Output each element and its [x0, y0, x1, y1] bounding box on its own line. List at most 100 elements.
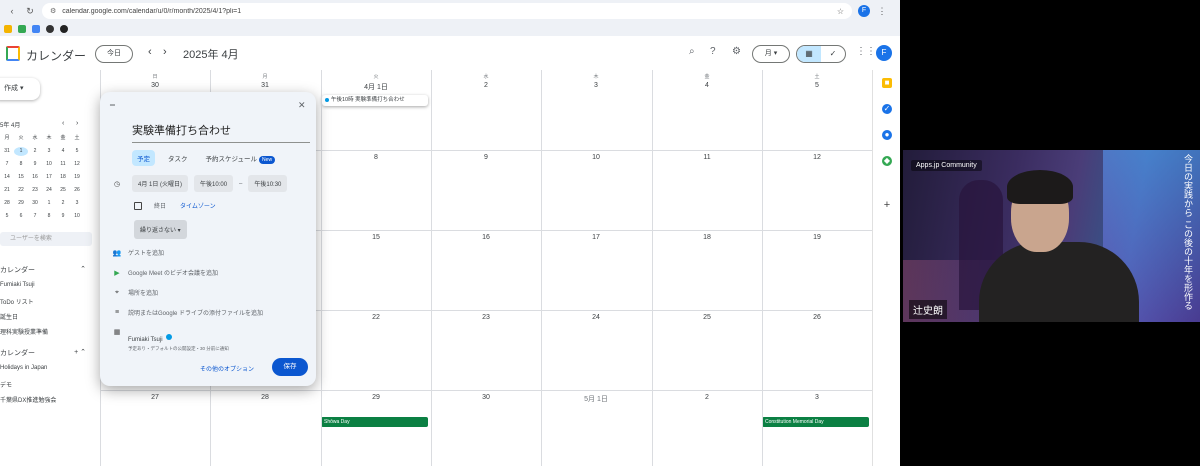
day-cell[interactable] — [321, 150, 431, 230]
more-options-link[interactable]: その他のオプション — [200, 364, 254, 373]
day-number[interactable]: 10 — [541, 154, 651, 161]
contacts-icon[interactable]: ● — [882, 130, 892, 140]
day-cell[interactable] — [431, 150, 541, 230]
mini-next-button[interactable]: › — [76, 120, 78, 127]
tab-event[interactable]: 予定 — [132, 150, 155, 166]
description-row[interactable]: ≡ 説明またはGoogle ドライブの添付ファイルを追加 — [112, 308, 263, 317]
today-button[interactable]: 今日 — [95, 45, 133, 63]
day-cell[interactable] — [321, 310, 431, 390]
day-number[interactable]: 18 — [652, 234, 762, 241]
mini-prev-button[interactable]: ‹ — [62, 120, 64, 127]
tab-task[interactable]: タスク — [163, 150, 193, 166]
mini-day-cell[interactable]: 16 — [28, 173, 42, 182]
tab-appointment[interactable]: 予約スケジュール New — [201, 150, 281, 166]
mini-day-cell[interactable]: 15 — [14, 173, 28, 182]
day-cell[interactable] — [321, 230, 431, 310]
day-number[interactable]: 28 — [210, 394, 320, 401]
all-day-checkbox[interactable] — [134, 201, 142, 210]
next-month-button[interactable]: › — [163, 46, 167, 58]
mini-day-cell[interactable]: 11 — [56, 160, 70, 169]
date-chip[interactable]: 4月 1日 (火曜日) — [132, 175, 189, 192]
calendar-item[interactable]: 千葉県DX推進勉強会 — [0, 395, 56, 404]
calendar-tasks-toggle[interactable]: ▦ ✓ — [796, 45, 846, 63]
keep-icon[interactable]: ■ — [882, 78, 892, 88]
holiday-chip-showa[interactable]: Shōwa Day — [321, 417, 428, 427]
close-icon[interactable]: ✕ — [298, 100, 306, 111]
reload-icon[interactable]: ↻ — [24, 6, 36, 17]
bookmark-icon[interactable] — [4, 25, 12, 33]
day-cell[interactable] — [652, 390, 762, 466]
mini-day-cell[interactable]: 28 — [0, 199, 14, 208]
settings-gear-icon[interactable]: ⚙ — [732, 46, 741, 57]
day-cell[interactable] — [762, 390, 872, 466]
day-cell[interactable] — [431, 230, 541, 310]
calendar-item[interactable]: Fumiaki Tsuji — [0, 282, 35, 288]
mini-day-cell[interactable]: 30 — [28, 199, 42, 208]
mini-day-cell[interactable]: 1 — [14, 147, 28, 156]
day-number[interactable]: 12 — [762, 154, 872, 161]
day-number[interactable]: 23 — [431, 314, 541, 321]
day-number[interactable]: 24 — [541, 314, 651, 321]
mini-day-cell[interactable]: 12 — [70, 160, 84, 169]
mini-day-cell[interactable]: 14 — [0, 173, 14, 182]
day-number[interactable]: 9 — [431, 154, 541, 161]
mini-day-cell[interactable]: 22 — [14, 186, 28, 195]
bookmark-drive-icon[interactable] — [18, 25, 26, 33]
event-meeting-chip[interactable]: 午後10時 実験準備打ち合わせ — [322, 95, 428, 106]
day-cell[interactable] — [431, 310, 541, 390]
day-number[interactable]: 3 — [762, 394, 872, 401]
day-cell[interactable] — [100, 390, 210, 466]
browser-menu-icon[interactable]: ⋮ — [876, 6, 888, 17]
back-icon[interactable]: ‹ — [6, 6, 18, 16]
owner-row[interactable]: ▦ Fumiaki Tsuji 予定あり・デフォルトの公開設定・30 分前に通知 — [112, 328, 229, 352]
day-number[interactable]: 3 — [541, 82, 651, 89]
day-number[interactable]: 4 — [652, 82, 762, 89]
mini-day-cell[interactable]: 24 — [42, 186, 56, 195]
repeat-select[interactable]: 繰り返さない ▾ — [134, 220, 187, 239]
mini-day-cell[interactable]: 7 — [0, 160, 14, 169]
day-cell[interactable] — [541, 150, 651, 230]
day-cell[interactable] — [762, 150, 872, 230]
mini-day-cell[interactable]: 10 — [70, 212, 84, 221]
event-title-input[interactable]: 実験準備打ち合わせ — [132, 122, 310, 143]
day-cell[interactable] — [652, 230, 762, 310]
day-number[interactable]: 25 — [652, 314, 762, 321]
mini-day-cell[interactable]: 3 — [42, 147, 56, 156]
calendar-item[interactable]: 理科実験授業準備 — [0, 327, 48, 336]
view-select[interactable]: 月 ▾ — [752, 45, 790, 63]
mini-day-cell[interactable]: 10 — [42, 160, 56, 169]
mini-day-cell[interactable]: 9 — [56, 212, 70, 221]
holiday-chip-constitution[interactable]: Constitution Memorial Day — [762, 417, 869, 427]
mini-day-cell[interactable]: 25 — [56, 186, 70, 195]
mini-day-cell[interactable]: 31 — [0, 147, 14, 156]
mini-day-cell[interactable]: 5 — [70, 147, 84, 156]
prev-month-button[interactable]: ‹ — [148, 46, 152, 58]
day-cell[interactable] — [762, 310, 872, 390]
guests-row[interactable]: 👥 ゲストを追加 — [112, 248, 164, 258]
location-row[interactable]: ⌖ 場所を追加 — [112, 288, 158, 298]
add-calendar-plus-icon[interactable]: + ⌃ — [74, 348, 86, 358]
browser-profile-avatar[interactable]: F — [858, 5, 870, 17]
day-number[interactable]: 29 — [321, 394, 431, 401]
day-number[interactable]: 5 — [762, 82, 872, 89]
search-icon[interactable]: ⌕ — [689, 46, 695, 57]
my-calendars-header[interactable]: カレンダー ⌃ — [0, 265, 86, 275]
day-number[interactable]: 30 — [431, 394, 541, 401]
mini-day-cell[interactable]: 17 — [42, 173, 56, 182]
drag-handle-icon[interactable]: ═ — [110, 102, 115, 109]
account-avatar[interactable]: F — [876, 45, 892, 61]
day-number[interactable]: 26 — [762, 314, 872, 321]
tasks-view-icon[interactable]: ✓ — [821, 46, 845, 62]
day-number[interactable]: 8 — [321, 154, 431, 161]
mini-day-cell[interactable]: 18 — [56, 173, 70, 182]
create-button[interactable]: 作成 ▾ — [0, 78, 40, 100]
mini-day-cell[interactable]: 2 — [28, 147, 42, 156]
mini-day-cell[interactable]: 1 — [42, 199, 56, 208]
day-cell[interactable] — [762, 230, 872, 310]
calendar-item[interactable]: 誕生日 — [0, 312, 18, 321]
mini-day-cell[interactable]: 29 — [14, 199, 28, 208]
maps-icon[interactable]: ◆ — [882, 156, 892, 166]
day-number[interactable]: 11 — [652, 154, 762, 161]
mini-day-cell[interactable]: 26 — [70, 186, 84, 195]
day-number[interactable]: 16 — [431, 234, 541, 241]
